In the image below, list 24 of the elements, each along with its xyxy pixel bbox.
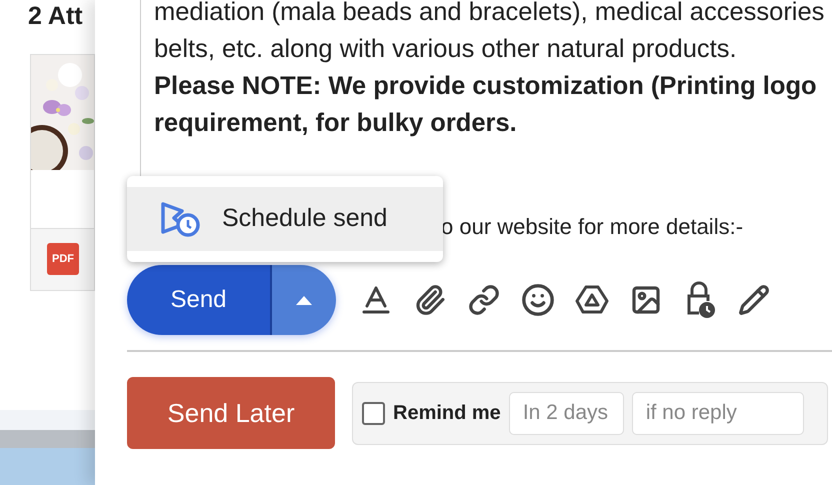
- reminder-field[interactable]: In 2 days: [508, 392, 624, 434]
- send-button[interactable]: Send: [127, 265, 272, 335]
- attachment-card[interactable]: PDF: [30, 54, 95, 290]
- send-options-button[interactable]: [272, 265, 336, 335]
- remind-checkbox[interactable]: [362, 402, 385, 424]
- send-later-button[interactable]: Send Later: [127, 377, 335, 449]
- drive-icon[interactable]: [575, 285, 609, 315]
- emoji-icon[interactable]: [521, 283, 555, 317]
- caret-icon: [296, 296, 312, 304]
- pdf-icon: PDF: [47, 243, 79, 275]
- reminder-field[interactable]: if no reply: [632, 392, 804, 434]
- body-text: belts, etc. along with various other natural products.: [154, 34, 737, 65]
- attachments-heading: 2 Att: [28, 1, 84, 32]
- body-text: Please NOTE: We provide customization (Printing logo: [154, 71, 817, 102]
- pencil-icon[interactable]: [738, 284, 770, 316]
- paperclip-icon[interactable]: [414, 284, 446, 316]
- body-text: mediation (mala beads and bracelets), medical accessories: [154, 0, 824, 28]
- body-text: requirement, for bulky orders.: [154, 108, 517, 139]
- link-icon[interactable]: [468, 284, 500, 316]
- schedule-send-item[interactable]: Schedule send: [127, 187, 443, 251]
- lock-clock-icon[interactable]: [685, 281, 715, 319]
- image-icon[interactable]: [630, 284, 662, 316]
- remind-label: Remind me: [393, 401, 501, 426]
- schedule-send-icon: [160, 201, 200, 237]
